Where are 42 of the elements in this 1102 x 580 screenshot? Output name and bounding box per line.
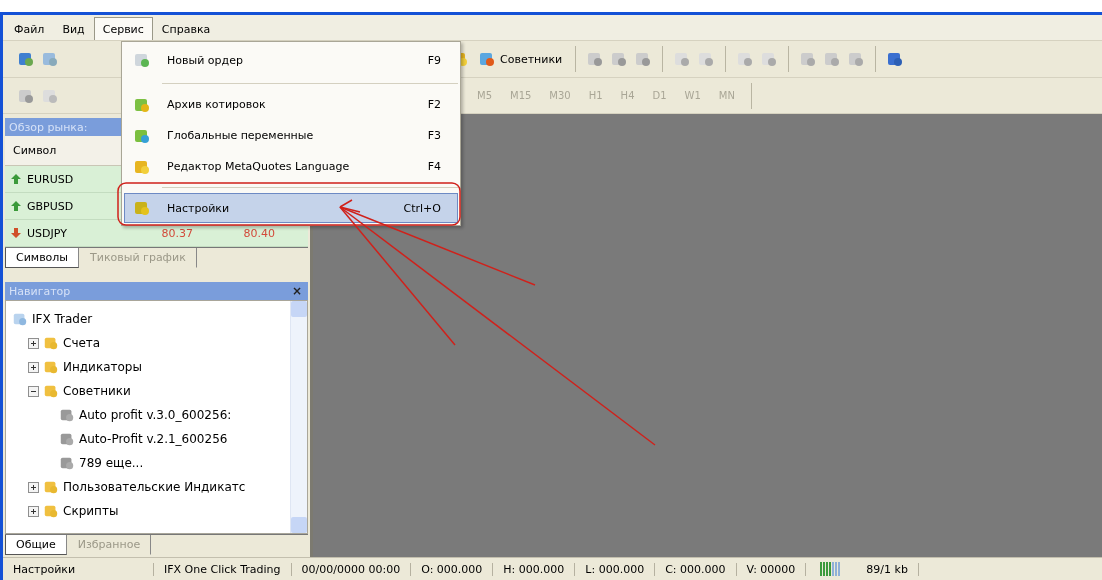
bid-cell-text: 80.37 [160,226,193,240]
status-text: Настройки [3,562,154,576]
tree-item[interactable]: Счета [63,336,101,350]
expand-toggle[interactable] [28,337,39,349]
status-text: L: 000.000 [575,562,656,576]
status-text: C: 000.000 [655,562,737,576]
expand-toggle[interactable] [28,505,39,517]
status-text: H: 000.000 [493,562,576,576]
panel-title-text: Навигатор [9,284,71,298]
menu-item[interactable]: Вид [53,17,94,40]
status-text: IFX One Click Trading [154,562,292,576]
status-text: O: 000.000 [411,562,494,576]
symbol-cell-text: EURUSD [27,172,75,186]
tree-item[interactable]: Пользовательские Индикатс [63,480,246,494]
tab[interactable]: Символы [5,248,80,268]
expand-toggle[interactable] [28,481,39,493]
status-text: V: 00000 [736,562,807,576]
tree-item[interactable]: Советники [63,384,131,398]
tab[interactable]: Общие [5,535,67,555]
close-button[interactable]: × [291,284,302,298]
collapse-toggle[interactable] [28,385,39,397]
symbol-cell-text: USDJPY [27,226,68,240]
tree-item[interactable]: Auto-Profit v.2.1_600256 [79,432,228,446]
status-text: 89/1 kb [856,562,919,576]
menu-item[interactable]: Архив котировок F2 [124,89,458,120]
tree-item[interactable]: Индикаторы [63,360,142,374]
scrollbar[interactable] [290,301,307,533]
symbol-cell-text: GBPUSD [27,199,75,213]
experts-button[interactable]: Советники [475,48,566,70]
tree-item[interactable]: Auto profit v.3.0_600256: [79,408,232,422]
menu-item[interactable]: Файл [5,17,54,40]
ask-cell-text: 80.40 [242,226,275,240]
signal-bars-icon [820,562,843,576]
tree-item[interactable]: 789 еще... [79,456,144,470]
menu-item[interactable]: Сервис [93,17,153,40]
menu-item[interactable]: Настройки Ctrl+O [124,193,458,223]
status-text: 00/00/0000 00:00 [291,562,412,576]
tree-item[interactable]: Скрипты [63,504,119,518]
expand-toggle[interactable] [28,361,39,373]
tree-item[interactable]: IFX Trader [32,312,93,326]
menu-item[interactable]: Новый ордер F9 [124,42,458,78]
menu-item[interactable]: Справка [152,17,220,40]
